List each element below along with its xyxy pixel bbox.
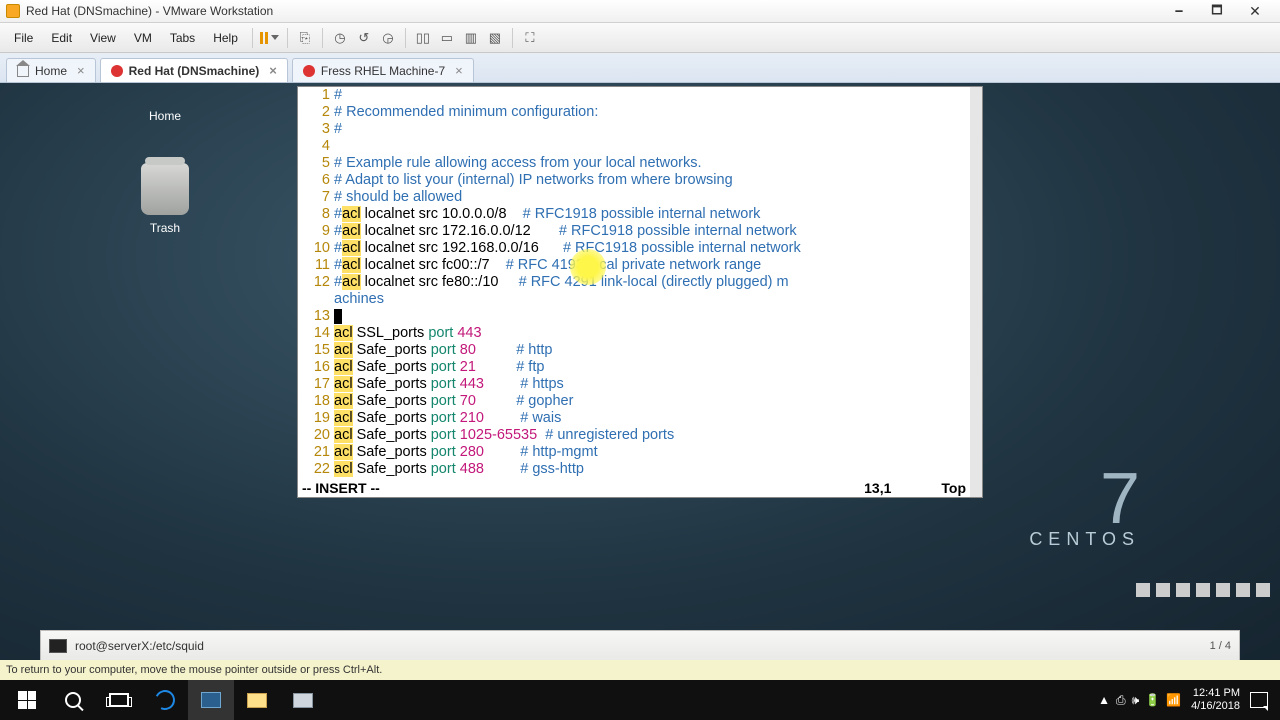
clock-date: 4/16/2018 — [1191, 700, 1240, 713]
device-icon[interactable] — [1156, 583, 1170, 597]
view-thumbnail-icon[interactable]: ▥ — [460, 27, 482, 49]
gnome-window-title[interactable]: root@serverX:/etc/squid — [75, 639, 204, 653]
taskbar-edge[interactable] — [142, 680, 188, 720]
home-icon — [17, 65, 29, 77]
device-icon[interactable] — [1256, 583, 1270, 597]
tray-icon[interactable]: ▲ — [1098, 693, 1110, 708]
device-icon[interactable] — [1176, 583, 1190, 597]
taskbar-explorer[interactable] — [234, 680, 280, 720]
terminal-window[interactable]: 1#2# Recommended minimum configuration:3… — [297, 86, 983, 498]
taskview-icon — [109, 693, 129, 707]
menu-file[interactable]: File — [6, 28, 41, 48]
vmware-icon — [6, 4, 20, 18]
vmware-device-tray[interactable] — [1136, 582, 1270, 598]
snapshot-manager-icon[interactable]: ◶ — [377, 27, 399, 49]
tray-icon[interactable]: 📶 — [1166, 693, 1181, 708]
vim-position: 13,1 — [864, 480, 891, 497]
taskbar-vmware[interactable] — [188, 680, 234, 720]
tray-icons[interactable]: ▲ ⎙ 🕪 🔋 📶 — [1098, 693, 1181, 708]
tab-redhat-dnsmachine[interactable]: Red Hat (DNSmachine) × — [100, 58, 288, 82]
menubar: File Edit View VM Tabs Help ⎘ ◷ ↺ ◶ ▯▯ ▭… — [0, 23, 1280, 53]
menu-tabs[interactable]: Tabs — [162, 28, 203, 48]
centos-text: CENTOS — [1029, 529, 1140, 550]
device-icon[interactable] — [1216, 583, 1230, 597]
menu-help[interactable]: Help — [205, 28, 246, 48]
vim-location: Top — [941, 480, 966, 497]
titlebar: Red Hat (DNSmachine) - VMware Workstatio… — [0, 0, 1280, 23]
snapshot-revert-icon[interactable]: ↺ — [353, 27, 375, 49]
task-view-button[interactable] — [96, 680, 142, 720]
app-icon — [293, 693, 313, 708]
device-icon[interactable] — [1236, 583, 1250, 597]
vmware-icon — [201, 692, 221, 708]
desktop-label: Home — [149, 109, 181, 123]
folder-icon — [247, 693, 267, 708]
vm-viewport[interactable]: Home Trash 7 CENTOS 1#2# Recommended min… — [0, 83, 1280, 660]
centos-wallpaper-logo: 7 CENTOS — [1029, 469, 1140, 550]
fullscreen-icon[interactable]: ⛶ — [519, 27, 541, 49]
workspace-pager[interactable]: 1 / 4 — [1210, 640, 1231, 652]
search-button[interactable] — [50, 680, 96, 720]
maximize-button[interactable]: 🗖 — [1198, 1, 1236, 21]
tray-icon[interactable]: 🕪 — [1132, 693, 1140, 708]
trash-icon — [141, 163, 189, 215]
close-icon[interactable]: × — [269, 63, 277, 78]
editor-content[interactable]: 1#2# Recommended minimum configuration:3… — [298, 87, 982, 478]
snapshot-icon[interactable]: ◷ — [329, 27, 351, 49]
power-button[interactable] — [259, 27, 281, 49]
window-title: Red Hat (DNSmachine) - VMware Workstatio… — [26, 4, 273, 18]
view-library-icon[interactable]: ▯▯ — [412, 27, 434, 49]
device-icon[interactable] — [1136, 583, 1150, 597]
terminal-scrollbar[interactable] — [970, 87, 982, 497]
hint-text: To return to your computer, move the mou… — [6, 664, 382, 676]
vim-statusbar: -- INSERT -- 13,1 Top — [298, 480, 970, 497]
minimize-button[interactable]: 🗕 — [1160, 1, 1198, 21]
search-icon — [65, 692, 81, 708]
redhat-icon — [111, 65, 123, 77]
tab-label: Home — [35, 64, 67, 78]
close-icon[interactable]: × — [77, 63, 85, 78]
tab-label: Fress RHEL Machine-7 — [321, 64, 445, 78]
tray-icon[interactable]: ⎙ — [1116, 693, 1126, 708]
close-button[interactable]: ✕ — [1236, 1, 1274, 21]
view-console-icon[interactable]: ▭ — [436, 27, 458, 49]
centos-seven: 7 — [1029, 469, 1140, 529]
send-ctrlaltdel-icon[interactable]: ⎘ — [294, 27, 316, 49]
desktop-label: Trash — [150, 221, 180, 235]
start-button[interactable] — [4, 680, 50, 720]
close-icon[interactable]: × — [455, 63, 463, 78]
tray-clock[interactable]: 12:41 PM 4/16/2018 — [1191, 687, 1240, 713]
menu-edit[interactable]: Edit — [43, 28, 80, 48]
edge-icon — [152, 687, 178, 713]
system-tray[interactable]: ▲ ⎙ 🕪 🔋 📶 12:41 PM 4/16/2018 — [1098, 687, 1276, 713]
desktop-icon-trash[interactable]: Trash — [130, 163, 200, 235]
tab-home[interactable]: Home × — [6, 58, 96, 82]
action-center-icon[interactable] — [1250, 692, 1268, 708]
vmware-hint-bar: To return to your computer, move the mou… — [0, 660, 1280, 680]
unity-icon[interactable]: ▧ — [484, 27, 506, 49]
gnome-taskbar[interactable]: root@serverX:/etc/squid 1 / 4 — [40, 630, 1240, 660]
vm-tabbar: Home × Red Hat (DNSmachine) × Fress RHEL… — [0, 53, 1280, 83]
tab-label: Red Hat (DNSmachine) — [129, 64, 260, 78]
desktop-icon-home[interactable]: Home — [130, 95, 200, 123]
menu-view[interactable]: View — [82, 28, 124, 48]
terminal-icon — [49, 639, 67, 653]
clock-time: 12:41 PM — [1191, 687, 1240, 700]
device-icon[interactable] — [1196, 583, 1210, 597]
windows-taskbar[interactable]: ▲ ⎙ 🕪 🔋 📶 12:41 PM 4/16/2018 — [0, 680, 1280, 720]
tab-fress-rhel7[interactable]: Fress RHEL Machine-7 × — [292, 58, 474, 82]
vim-mode: -- INSERT -- — [302, 480, 380, 497]
tray-icon[interactable]: 🔋 — [1145, 693, 1160, 708]
menu-vm[interactable]: VM — [126, 28, 160, 48]
taskbar-app[interactable] — [280, 680, 326, 720]
redhat-icon — [303, 65, 315, 77]
